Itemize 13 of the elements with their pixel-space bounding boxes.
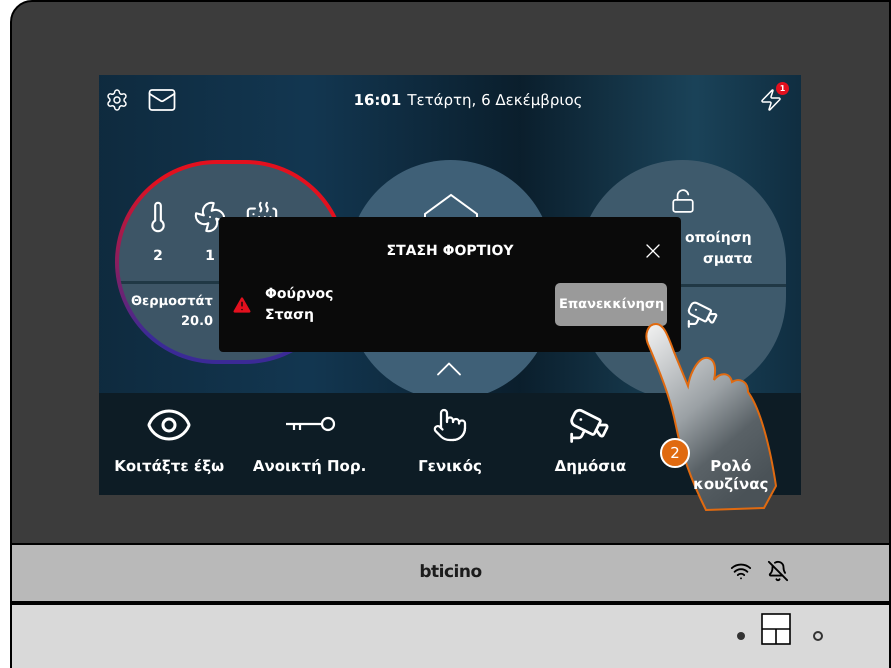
thermostat-value: 20.0 xyxy=(181,312,214,330)
thermostat-reading: 2 xyxy=(153,247,163,266)
load-status: Σταση xyxy=(265,306,315,324)
alarm-zones: σματα xyxy=(703,250,752,269)
load-name: Φούρνος xyxy=(265,284,334,304)
date-text: Τετάρτη, 6 Δεκέμβριος xyxy=(407,90,582,111)
thermostat-label: Θερμοστάτ xyxy=(131,293,213,311)
dialog-title: ΣΤΑΣΗ ΦΟΡΤΙΟΥ xyxy=(386,242,514,260)
clock-time: 16:01 xyxy=(354,90,402,111)
brand-logo: bticino xyxy=(419,561,482,584)
notification-badge: 1 xyxy=(776,82,789,95)
thermostat-reading: 1 xyxy=(205,247,215,266)
alarm-status: οποίηση xyxy=(685,229,752,248)
